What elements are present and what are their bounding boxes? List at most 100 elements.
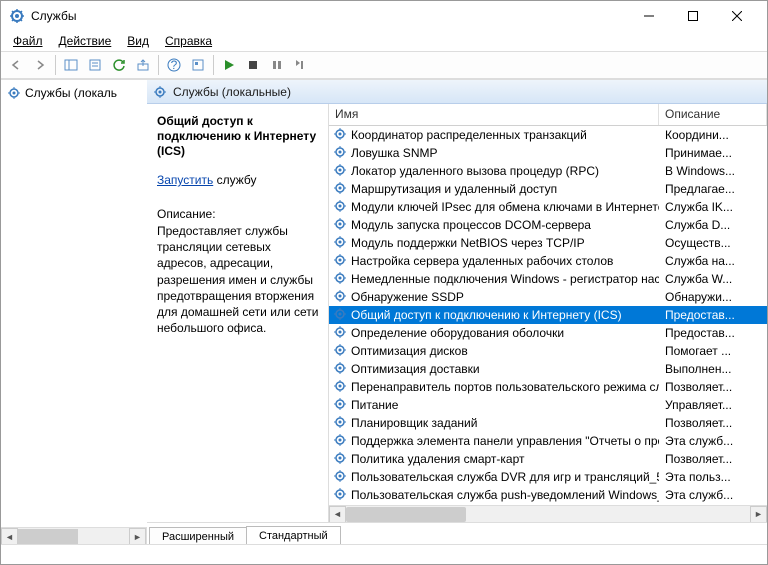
service-rows[interactable]: Координатор распределенных транзакций Коо…: [329, 126, 767, 505]
start-service-link[interactable]: Запустить: [157, 173, 213, 187]
service-name-cell: Локатор удаленного вызова процедур (RPC): [351, 164, 599, 178]
menu-action[interactable]: Действие: [53, 32, 118, 50]
title-bar: Службы: [1, 1, 767, 31]
service-desc-cell: Служба W...: [659, 272, 767, 286]
service-row[interactable]: Оптимизация дисковПомогает ...: [329, 342, 767, 360]
service-row[interactable]: Настройка сервера удаленных рабочих стол…: [329, 252, 767, 270]
gear-icon: [333, 289, 347, 306]
service-row[interactable]: Модуль поддержки NetBIOS через TCP/IPОсу…: [329, 234, 767, 252]
service-desc-cell: Предостав...: [659, 326, 767, 340]
gear-icon: [333, 451, 347, 468]
tree-root-services[interactable]: Службы (локаль: [3, 84, 145, 102]
service-row[interactable]: Обнаружение SSDP Обнаружи...: [329, 288, 767, 306]
column-name[interactable]: Имя: [329, 104, 659, 125]
service-name-cell: Перенаправитель портов пользовательского…: [351, 380, 659, 394]
gear-icon: [333, 307, 347, 324]
minimize-button[interactable]: [627, 1, 671, 31]
service-row[interactable]: Модуль запуска процессов DCOM-сервераСлу…: [329, 216, 767, 234]
service-desc-cell: Помогает ...: [659, 344, 767, 358]
gear-icon: [333, 325, 347, 342]
gear-icon: [333, 433, 347, 450]
service-row[interactable]: Общий доступ к подключению к Интернету (…: [329, 306, 767, 324]
right-pane-header: Службы (локальные): [147, 80, 767, 104]
back-button[interactable]: [5, 54, 27, 76]
gear-icon: [333, 361, 347, 378]
service-row[interactable]: Модули ключей IPsec для обмена ключами в…: [329, 198, 767, 216]
tab-standard[interactable]: Стандартный: [246, 526, 341, 544]
service-name-cell: Координатор распределенных транзакций: [351, 128, 587, 142]
help-button[interactable]: ?: [163, 54, 185, 76]
service-desc-cell: Служба IK...: [659, 200, 767, 214]
service-row[interactable]: Пользовательская служба DVR для игр и тр…: [329, 468, 767, 486]
service-desc-cell: Предостав...: [659, 308, 767, 322]
export-button[interactable]: [132, 54, 154, 76]
service-name-cell: Модуль поддержки NetBIOS через TCP/IP: [351, 236, 585, 250]
service-row[interactable]: Маршрутизация и удаленный доступПредлага…: [329, 180, 767, 198]
service-desc-cell: Обнаружи...: [659, 290, 767, 304]
column-description[interactable]: Описание: [659, 104, 767, 125]
service-name-cell: Модули ключей IPsec для обмена ключами в…: [351, 200, 659, 214]
tree-horizontal-scrollbar[interactable]: ◄ ►: [1, 527, 146, 544]
column-headers: Имя Описание: [329, 104, 767, 126]
menu-view[interactable]: Вид: [121, 32, 155, 50]
properties-2-button[interactable]: [187, 54, 209, 76]
service-name-cell: Настройка сервера удаленных рабочих стол…: [351, 254, 613, 268]
service-desc-cell: Эта служб...: [659, 488, 767, 502]
window-title: Службы: [31, 9, 627, 23]
service-desc-cell: Позволяет...: [659, 416, 767, 430]
gear-icon: [333, 469, 347, 486]
menu-file[interactable]: Файл: [7, 32, 49, 50]
gear-icon: [333, 145, 347, 162]
service-row[interactable]: Поддержка элемента панели управления "От…: [329, 432, 767, 450]
gear-icon: [333, 199, 347, 216]
list-horizontal-scrollbar[interactable]: ◄ ►: [329, 505, 767, 522]
gear-icon: [333, 343, 347, 360]
service-desc-cell: Позволяет...: [659, 380, 767, 394]
show-hide-tree-button[interactable]: [60, 54, 82, 76]
gear-icon: [153, 85, 167, 99]
service-row[interactable]: Ловушка SNMPПринимае...: [329, 144, 767, 162]
service-row[interactable]: ПитаниеУправляет...: [329, 396, 767, 414]
toolbar: ?: [1, 51, 767, 79]
restart-service-button[interactable]: [290, 54, 312, 76]
view-tabs: Расширенный Стандартный: [147, 522, 767, 544]
service-name-cell: Немедленные подключения Windows - регист…: [351, 272, 659, 286]
service-row[interactable]: Координатор распределенных транзакций Коо…: [329, 126, 767, 144]
stop-service-button[interactable]: [242, 54, 264, 76]
service-row[interactable]: Перенаправитель портов пользовательского…: [329, 378, 767, 396]
service-row[interactable]: Определение оборудования оболочки Предост…: [329, 324, 767, 342]
service-row[interactable]: Политика удаления смарт-картПозволяет...: [329, 450, 767, 468]
gear-icon: [333, 397, 347, 414]
pause-service-button[interactable]: [266, 54, 288, 76]
service-name-cell: Политика удаления смарт-карт: [351, 452, 525, 466]
refresh-button[interactable]: [108, 54, 130, 76]
service-row[interactable]: Пользовательская служба push-уведомлений…: [329, 486, 767, 504]
gear-icon: [333, 253, 347, 270]
service-row[interactable]: Планировщик заданийПозволяет...: [329, 414, 767, 432]
service-row[interactable]: Немедленные подключения Windows - регист…: [329, 270, 767, 288]
start-service-button[interactable]: [218, 54, 240, 76]
service-name-cell: Оптимизация доставки: [351, 362, 480, 376]
forward-button[interactable]: [29, 54, 51, 76]
gear-icon: [333, 181, 347, 198]
gear-icon: [333, 379, 347, 396]
gear-icon: [333, 271, 347, 288]
service-name-cell: Поддержка элемента панели управления "От…: [351, 434, 659, 448]
menu-help[interactable]: Справка: [159, 32, 218, 50]
menu-bar: Файл Действие Вид Справка: [1, 31, 767, 51]
properties-button[interactable]: [84, 54, 106, 76]
maximize-button[interactable]: [671, 1, 715, 31]
app-icon: [9, 8, 25, 24]
service-name-cell: Определение оборудования оболочки: [351, 326, 564, 340]
tab-extended[interactable]: Расширенный: [149, 527, 247, 544]
service-desc-cell: Предлагае...: [659, 182, 767, 196]
service-name-cell: Пользовательская служба DVR для игр и тр…: [351, 470, 659, 484]
service-desc-cell: Координи...: [659, 128, 767, 142]
close-button[interactable]: [715, 1, 759, 31]
service-row[interactable]: Локатор удаленного вызова процедур (RPC)…: [329, 162, 767, 180]
right-pane: Службы (локальные) Общий доступ к подклю…: [147, 80, 767, 544]
service-desc-cell: Эта служб...: [659, 434, 767, 448]
service-row[interactable]: Оптимизация доставкиВыполнен...: [329, 360, 767, 378]
gear-icon: [333, 217, 347, 234]
service-name-cell: Обнаружение SSDP: [351, 290, 464, 304]
